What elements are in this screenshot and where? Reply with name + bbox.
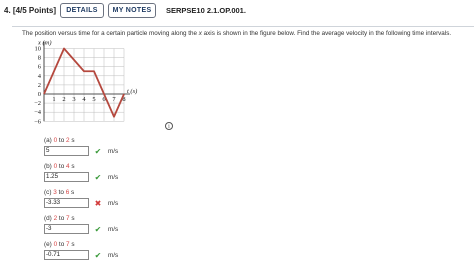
x-tick-label: 1 xyxy=(52,96,55,103)
part-label: (a) 0 to 2 s xyxy=(44,137,118,146)
question-points: [4/5 Points] xyxy=(12,6,57,15)
part-unit-s: s xyxy=(69,241,75,248)
y-tick-label: 0 xyxy=(38,91,41,98)
y-tick-label: 8 xyxy=(38,55,41,62)
answer-row: -0.71 ✔ m/s xyxy=(44,250,118,260)
answer-input[interactable]: -3.33 xyxy=(44,198,89,208)
question-number-text: 4. xyxy=(4,6,11,15)
answer-unit: m/s xyxy=(108,199,119,207)
part-unit-s: s xyxy=(69,189,75,196)
part-label: (d) 2 to 7 s xyxy=(44,215,118,224)
answer-unit: m/s xyxy=(108,251,119,259)
part-letter: (e) xyxy=(44,241,54,248)
answer-row: -3 ✔ m/s xyxy=(44,224,118,234)
answer-unit: m/s xyxy=(108,225,119,233)
details-button[interactable]: DETAILS xyxy=(60,3,104,18)
question-header: 4. [4/5 Points] DETAILS MY NOTES SERPSE1… xyxy=(0,0,474,24)
question-number: 4. [4/5 Points] xyxy=(4,6,56,15)
answer-input[interactable]: -3 xyxy=(44,224,89,234)
part-letter: (d) xyxy=(44,215,54,222)
part-label: (c) 3 to 6 s xyxy=(44,189,118,198)
part-unit-s: s xyxy=(69,163,75,170)
part-separator: to xyxy=(57,137,67,144)
part-unit-s: s xyxy=(69,137,75,144)
part-separator: to xyxy=(56,189,66,196)
part-unit-s: s xyxy=(69,215,75,222)
part-separator: to xyxy=(57,241,67,248)
answer-row: 1.25 ✔ m/s xyxy=(44,172,118,182)
x-tick-label: 7 xyxy=(112,96,116,103)
answer-input[interactable]: -0.71 xyxy=(44,250,89,260)
answer-part: (c) 3 to 6 s -3.33 ✖ m/s xyxy=(44,189,118,208)
y-tick-label: 4 xyxy=(38,73,42,80)
y-tick-label: −4 xyxy=(34,109,42,116)
part-label: (b) 0 to 4 s xyxy=(44,163,118,172)
my-notes-button[interactable]: MY NOTES xyxy=(108,3,156,18)
y-tick-label: −2 xyxy=(34,100,41,107)
x-tick-label: 3 xyxy=(72,96,75,103)
part-letter: (a) xyxy=(44,137,54,144)
part-separator: to xyxy=(57,215,67,222)
answer-unit: m/s xyxy=(108,173,119,181)
answer-part: (a) 0 to 2 s 5 ✔ m/s xyxy=(44,137,118,156)
y-axis-label: x (m) xyxy=(37,40,52,47)
position-time-graph: 1086420−2−4−61 2 3 4 5 6 7 8x (m)t (s) xyxy=(34,40,137,126)
y-tick-label: 6 xyxy=(38,64,42,71)
correct-check-icon: ✔ xyxy=(94,250,102,260)
answer-part: (e) 0 to 7 s -0.71 ✔ m/s xyxy=(44,241,118,260)
header-divider xyxy=(12,26,474,27)
answer-part: (d) 2 to 7 s -3 ✔ m/s xyxy=(44,215,118,234)
y-tick-label: −6 xyxy=(34,118,42,125)
correct-check-icon: ✔ xyxy=(94,146,102,156)
x-axis-label: t (s) xyxy=(127,88,137,95)
y-tick-label: 2 xyxy=(38,82,41,89)
answer-part: (b) 0 to 4 s 1.25 ✔ m/s xyxy=(44,163,118,182)
prompt-text-end: axis is shown in the figure below. Find … xyxy=(201,30,452,37)
x-tick-label: 2 xyxy=(62,96,65,103)
answer-input[interactable]: 5 xyxy=(44,146,89,156)
answer-row: 5 ✔ m/s xyxy=(44,146,118,156)
part-separator: to xyxy=(57,163,67,170)
x-tick-label: 4 xyxy=(82,96,86,103)
part-letter: (b) xyxy=(44,163,54,170)
answer-unit: m/s xyxy=(108,147,119,155)
info-icon[interactable]: i xyxy=(165,122,173,130)
answer-row: -3.33 ✖ m/s xyxy=(44,198,118,208)
correct-check-icon: ✔ xyxy=(94,224,102,234)
incorrect-x-icon: ✖ xyxy=(94,198,102,208)
part-letter: (c) xyxy=(44,189,54,196)
answer-input[interactable]: 1.25 xyxy=(44,172,89,182)
x-tick-label: 5 xyxy=(92,96,95,103)
correct-check-icon: ✔ xyxy=(94,172,102,182)
question-id: SERPSE10 2.1.OP.001. xyxy=(166,6,246,15)
part-label: (e) 0 to 7 s xyxy=(44,241,118,250)
y-tick-label: 10 xyxy=(35,46,42,53)
